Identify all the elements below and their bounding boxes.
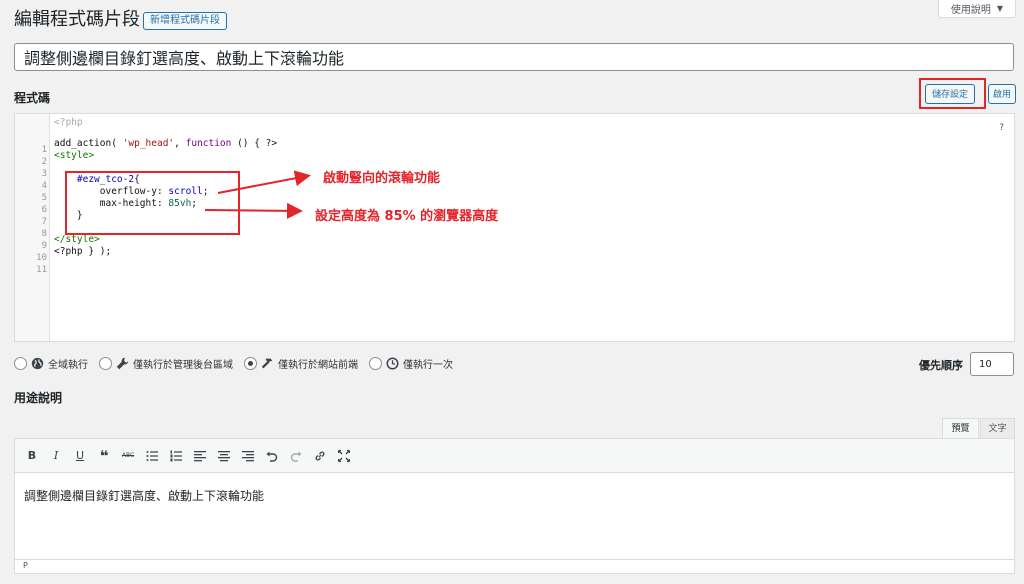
strikethrough-button[interactable]: ABC <box>116 444 140 468</box>
scope-label: 僅執行於網站前端 <box>278 359 358 371</box>
scope-radio[interactable] <box>14 356 27 370</box>
scope-radio[interactable] <box>369 356 382 370</box>
snippet-title-input[interactable] <box>14 43 1014 71</box>
scope-radio[interactable] <box>99 356 112 370</box>
scope-radio-checked[interactable] <box>244 356 257 370</box>
editor-status-bar: P <box>15 559 1014 573</box>
wrench-icon <box>116 357 129 369</box>
activate-button[interactable]: 啟用 <box>988 84 1017 104</box>
annotation-arrow-1 <box>217 170 311 194</box>
save-settings-button[interactable]: 儲存設定 <box>925 84 976 104</box>
blockquote-button[interactable]: ❝ <box>92 444 116 468</box>
annotation-text-2: 設定高度為 85% 的瀏覽器高度 <box>315 209 499 224</box>
italic-button[interactable]: I <box>44 444 68 468</box>
scope-radio-group: 全域執行 僅執行於管理後台區域 僅執行於網站前端 僅執行一次 <box>14 353 464 373</box>
tab-text[interactable]: 文字 <box>980 418 1015 439</box>
redo-button[interactable] <box>284 444 308 468</box>
scope-label: 僅執行一次 <box>403 359 453 371</box>
insert-link-button[interactable] <box>308 444 332 468</box>
add-new-snippet-button[interactable]: 新增程式碼片段 <box>143 12 227 30</box>
align-center-icon <box>218 450 230 461</box>
annotation-arrow-2 <box>204 202 303 219</box>
description-editor[interactable]: B I U ❝ ABC 調整側邊欄目錄釘選高度、啟動上下滾輪功能 P <box>14 438 1015 574</box>
description-label: 用途說明 <box>14 391 63 405</box>
link-icon <box>315 451 325 460</box>
bullet-list-icon <box>146 450 158 461</box>
redo-icon <box>290 451 302 462</box>
caret-down-icon: ▼ <box>996 4 1004 13</box>
numbered-list-button[interactable] <box>164 444 188 468</box>
globe-icon <box>31 357 44 369</box>
bold-button[interactable]: B <box>20 444 44 468</box>
code-section-label: 程式碼 <box>14 91 51 105</box>
annotation-text-1: 啟動豎向的滾輪功能 <box>323 171 441 186</box>
scope-option-frontend[interactable]: 僅執行於網站前端 <box>244 356 358 371</box>
description-content[interactable]: 調整側邊欄目錄釘選高度、啟動上下滾輪功能 <box>24 487 264 504</box>
priority-label: 優先順序 <box>919 359 963 372</box>
priority-input[interactable] <box>970 352 1014 376</box>
clock-icon <box>386 356 399 370</box>
numbered-list-icon <box>170 450 182 461</box>
annotation-arrows <box>204 170 311 219</box>
scope-option-global[interactable]: 全域執行 <box>14 356 88 371</box>
fullscreen-icon <box>338 449 350 462</box>
undo-icon <box>266 451 278 462</box>
help-tab[interactable]: 使用說明 ▼ <box>938 0 1016 18</box>
scope-option-once[interactable]: 僅執行一次 <box>369 356 453 371</box>
help-tab-label: 使用說明 <box>950 5 991 16</box>
editor-toolbar: B I U ❝ ABC <box>15 439 1014 473</box>
underline-button[interactable]: U <box>68 444 92 468</box>
align-right-icon <box>242 450 254 461</box>
element-path[interactable]: P <box>23 561 28 570</box>
undo-button[interactable] <box>260 444 284 468</box>
scope-label: 全域執行 <box>48 359 88 371</box>
align-left-icon <box>194 450 206 461</box>
page-title: 編輯程式碼片段 <box>14 9 140 30</box>
align-right-button[interactable] <box>236 444 260 468</box>
align-center-button[interactable] <box>212 444 236 468</box>
code-editor[interactable]: 1 2 3 4 5 6 7 8 9 10 11 <?php add_action… <box>14 113 1015 342</box>
scope-label: 僅執行於管理後台區域 <box>133 359 233 371</box>
fullscreen-button[interactable] <box>332 444 356 468</box>
align-left-button[interactable] <box>188 444 212 468</box>
bullet-list-button[interactable] <box>140 444 164 468</box>
tab-visual[interactable]: 預覽 <box>942 418 979 439</box>
scope-option-admin[interactable]: 僅執行於管理後台區域 <box>99 356 233 371</box>
hammer-icon <box>261 358 273 368</box>
